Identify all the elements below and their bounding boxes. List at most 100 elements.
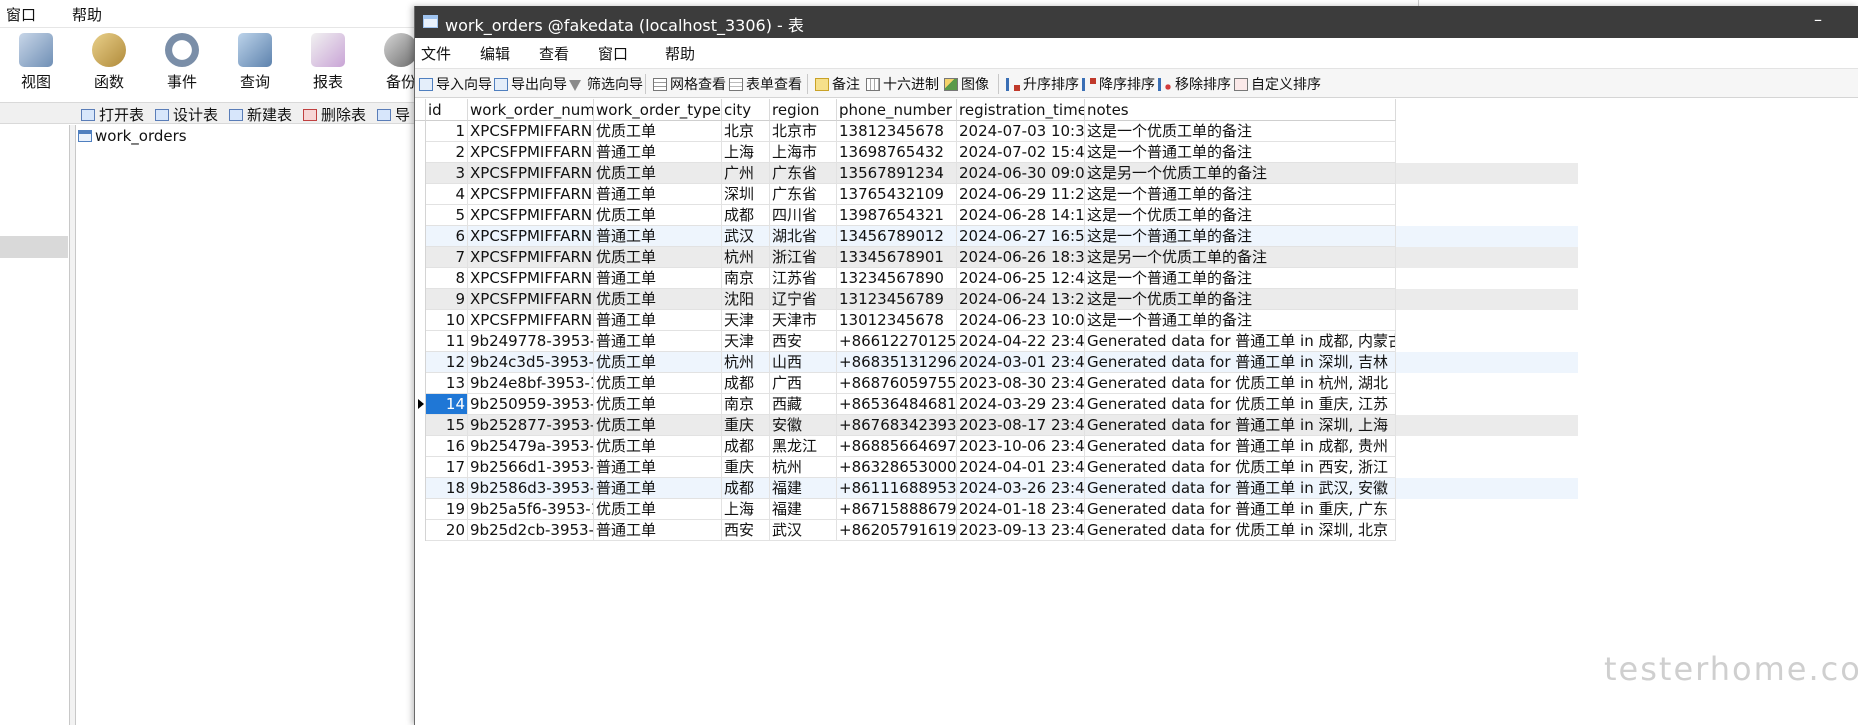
bg-menu-help[interactable]: 帮助 [72,4,102,25]
cell-notes[interactable]: 这是一个普通工单的备注 [1085,310,1396,331]
cell-work-order-number[interactable]: XPCSFPMIFFARNH8 [468,268,594,289]
cell-region[interactable]: 湖北省 [770,226,837,247]
cell-work-order-number[interactable]: 9b252877-3953-11ef [468,415,594,436]
cell-city[interactable]: 武汉 [722,226,770,247]
row-marker[interactable] [415,520,426,541]
import-button-bg[interactable]: 导 [377,104,410,125]
import-wizard-button[interactable]: 导入向导 [419,74,492,94]
cell-work-order-number[interactable]: XPCSFPMIFFARNH9 [468,289,594,310]
sort-descending-button[interactable]: 降序排序 [1082,74,1155,94]
cell-id[interactable]: 8 [426,268,468,289]
cell-region[interactable]: 安徽 [770,415,837,436]
cell-region[interactable]: 杭州 [770,457,837,478]
cell-phone-number[interactable]: +86328653000 [837,457,957,478]
bg-tool-query[interactable]: 查询 [222,33,288,92]
cell-phone-number[interactable]: 13123456789 [837,289,957,310]
cell-notes[interactable]: Generated data for 普通工单 in 成都, 贵州 [1085,436,1396,457]
cell-city[interactable]: 广州 [722,163,770,184]
menu-help[interactable]: 帮助 [665,43,695,64]
row-marker[interactable] [415,331,426,352]
cell-registration-time[interactable]: 2024-06-27 16:55:00 [957,226,1085,247]
cell-phone-number[interactable]: +86768342393 [837,415,957,436]
column-header-work-order-number[interactable]: work_order_number [468,99,594,121]
row-marker[interactable] [415,247,426,268]
cell-work-order-type[interactable]: 普通工单 [594,520,722,541]
cell-id[interactable]: 1 [426,121,468,142]
cell-notes[interactable]: Generated data for 普通工单 in 武汉, 安徽 [1085,478,1396,499]
cell-registration-time[interactable]: 2024-04-22 23:47:53 [957,331,1085,352]
cell-phone-number[interactable]: +86612270125 [837,331,957,352]
table-row[interactable]: 179b2566d1-3953-11ef普通工单重庆杭州+86328653000… [415,457,1578,478]
cell-region[interactable]: 广东省 [770,184,837,205]
cell-id[interactable]: 13 [426,373,468,394]
data-grid[interactable]: id work_order_number work_order_type cit… [415,99,1858,725]
cell-city[interactable]: 成都 [722,436,770,457]
cell-phone-number[interactable]: 13456789012 [837,226,957,247]
table-row[interactable]: 199b25a5f6-3953-11ef优质工单上海福建+86715888679… [415,499,1578,520]
cell-notes[interactable]: Generated data for 普通工单 in 深圳, 上海 [1085,415,1396,436]
grid-view-button[interactable]: 网格查看 [653,74,726,94]
cell-notes[interactable]: Generated data for 普通工单 in 成都, 内蒙古 [1085,331,1396,352]
cell-work-order-number[interactable]: XPCSFPMIFFARNH4 [468,184,594,205]
cell-work-order-type[interactable]: 优质工单 [594,499,722,520]
export-wizard-button[interactable]: 导出向导 [494,74,567,94]
cell-phone-number[interactable]: +86205791619 [837,520,957,541]
table-row[interactable]: 1XPCSFPMIFFARNH1优质工单北京北京市138123456782024… [415,121,1578,142]
bg-tool-report[interactable]: 报表 [295,33,361,92]
cell-work-order-number[interactable]: 9b2586d3-3953-11ef [468,478,594,499]
cell-notes[interactable]: Generated data for 优质工单 in 重庆, 江苏 [1085,394,1396,415]
cell-notes[interactable]: Generated data for 优质工单 in 杭州, 湖北 [1085,373,1396,394]
cell-region[interactable]: 天津市 [770,310,837,331]
cell-phone-number[interactable]: +86885664697 [837,436,957,457]
cell-work-order-number[interactable]: 9b24c3d5-3953-11ef [468,352,594,373]
cell-work-order-type[interactable]: 普通工单 [594,478,722,499]
table-row[interactable]: 3XPCSFPMIFFARNH3优质工单广州广东省135678912342024… [415,163,1578,184]
row-marker[interactable] [415,289,426,310]
cell-work-order-number[interactable]: 9b250959-3953-11ef [468,394,594,415]
cell-work-order-type[interactable]: 优质工单 [594,289,722,310]
cell-phone-number[interactable]: 13698765432 [837,142,957,163]
column-header-region[interactable]: region [770,99,837,121]
menu-view[interactable]: 查看 [539,43,569,64]
cell-registration-time[interactable]: 2024-06-25 12:40:00 [957,268,1085,289]
cell-id[interactable]: 19 [426,499,468,520]
cell-region[interactable]: 浙江省 [770,247,837,268]
cell-notes[interactable]: 这是一个普通工单的备注 [1085,142,1396,163]
cell-city[interactable]: 沈阳 [722,289,770,310]
table-row[interactable]: 8XPCSFPMIFFARNH8普通工单南京江苏省132345678902024… [415,268,1578,289]
cell-city[interactable]: 南京 [722,394,770,415]
cell-id[interactable]: 9 [426,289,468,310]
row-marker[interactable] [415,415,426,436]
cell-work-order-number[interactable]: 9b25a5f6-3953-11ef [468,499,594,520]
row-marker[interactable] [415,436,426,457]
cell-work-order-number[interactable]: XPCSFPMIFFARNH6 [468,226,594,247]
cell-region[interactable]: 山西 [770,352,837,373]
cell-id[interactable]: 6 [426,226,468,247]
table-row[interactable]: 209b25d2cb-3953-11ef普通工单西安武汉+86205791619… [415,520,1578,541]
delete-table-button[interactable]: 删除表 [303,104,366,125]
table-row[interactable]: 189b2586d3-3953-11ef普通工单成都福建+86111688953… [415,478,1578,499]
cell-phone-number[interactable]: 13812345678 [837,121,957,142]
cell-id[interactable]: 4 [426,184,468,205]
cell-registration-time[interactable]: 2024-03-29 23:47:53 [957,394,1085,415]
cell-notes[interactable]: 这是一个普通工单的备注 [1085,184,1396,205]
table-row[interactable]: 2XPCSFPMIFFARNH2普通工单上海上海市136987654322024… [415,142,1578,163]
cell-work-order-number[interactable]: XPCSFPMIFFARNH10 [468,310,594,331]
table-row[interactable]: 5XPCSFPMIFFARNH5优质工单成都四川省139876543212024… [415,205,1578,226]
cell-region[interactable]: 广西 [770,373,837,394]
cell-work-order-type[interactable]: 普通工单 [594,226,722,247]
cell-id[interactable]: 15 [426,415,468,436]
column-header-phone-number[interactable]: phone_number [837,99,957,121]
cell-city[interactable]: 成都 [722,478,770,499]
cell-id[interactable]: 18 [426,478,468,499]
cell-work-order-type[interactable]: 优质工单 [594,373,722,394]
cell-notes[interactable]: 这是一个普通工单的备注 [1085,226,1396,247]
row-marker[interactable] [415,457,426,478]
bg-tool-event[interactable]: 事件 [149,33,215,92]
cell-notes[interactable]: Generated data for 普通工单 in 深圳, 吉林 [1085,352,1396,373]
row-marker[interactable] [415,373,426,394]
cell-registration-time[interactable]: 2024-06-28 14:10:00 [957,205,1085,226]
connection-selected-item[interactable] [0,236,68,258]
cell-work-order-number[interactable]: XPCSFPMIFFARNH2 [468,142,594,163]
cell-region[interactable]: 福建 [770,478,837,499]
